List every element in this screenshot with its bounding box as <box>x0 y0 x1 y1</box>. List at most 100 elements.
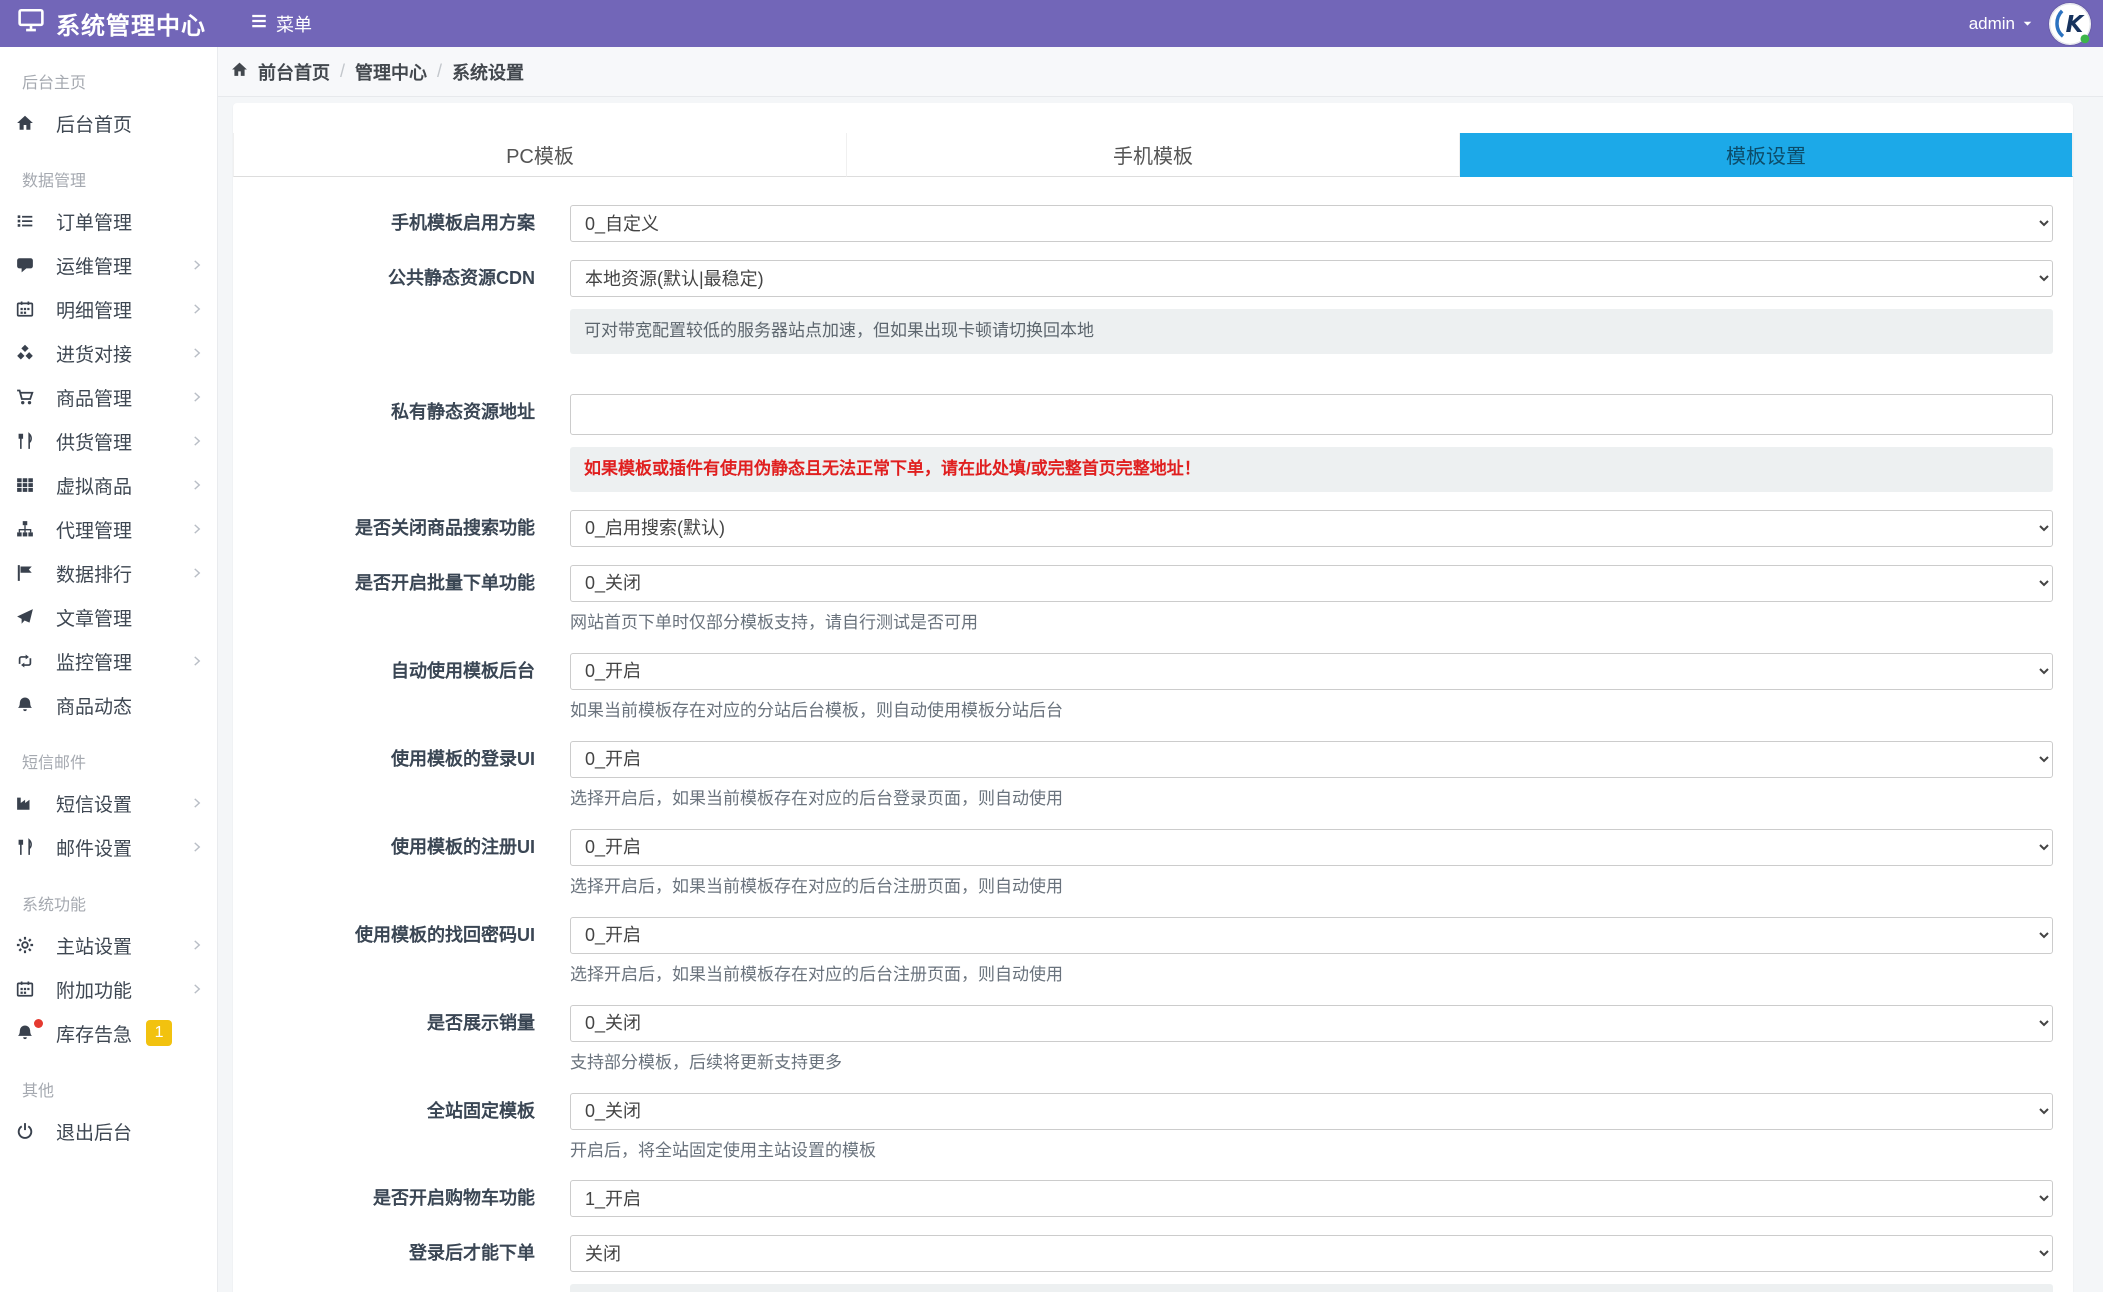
sidebar-item[interactable]: 库存告急 1 <box>0 1011 217 1055</box>
setting-select[interactable]: 0_开启 <box>570 916 2053 954</box>
sidebar-item-label: 数据排行 <box>56 564 133 586</box>
form-row-label: 自动使用模板后台 <box>391 660 535 681</box>
setting-select[interactable]: 0_开启 <box>570 828 2053 866</box>
comment-icon <box>12 255 38 275</box>
form-row-label: 公共静态资源CDN <box>388 268 535 288</box>
chevron-right-icon <box>191 435 203 447</box>
stock-alert-badge: 1 <box>146 1020 173 1046</box>
sidebar-item[interactable]: 文章管理 <box>0 595 217 639</box>
cart-icon <box>12 387 38 407</box>
form-row-control: 0_开启 选择开启后，如果当前模板存在对应的后台登录页面，则自动使用 <box>570 740 2053 811</box>
help-text: 如果当前模板存在对应的分站后台模板，则自动使用模板分站后台 <box>570 700 1063 720</box>
flag-icon <box>12 563 38 583</box>
sidebar-item-label: 商品管理 <box>56 388 133 410</box>
setting-select[interactable]: 0_启用搜索(默认) <box>570 509 2053 547</box>
admin-user-menu[interactable]: admin <box>1969 14 2033 34</box>
sidebar-item[interactable]: 短信设置 <box>0 781 217 825</box>
form-row-control: 0_关闭网站首页下单时仅部分模板支持，请自行测试是否可用 <box>570 564 2053 635</box>
setting-select[interactable]: 0_关闭 <box>570 1004 2053 1042</box>
caret-down-icon <box>2022 14 2033 34</box>
home-icon <box>12 113 38 133</box>
breadcrumb-item-system-settings: 系统设置 <box>452 62 525 83</box>
setting-select[interactable]: 本地资源(默认|最稳定) <box>570 260 2053 297</box>
setting-input[interactable] <box>570 393 2053 435</box>
admin-username: admin <box>1968 13 2015 33</box>
form-row-label: 登录后才能下单 <box>409 1243 535 1264</box>
sidebar-item[interactable]: 商品管理 <box>0 375 217 419</box>
sidebar-item[interactable]: 供货管理 <box>0 419 217 463</box>
help-text: 网站首页下单时仅部分模板支持，请自行测试是否可用 <box>570 612 978 632</box>
chevron-right-icon <box>191 655 203 667</box>
sidebar-item[interactable]: 主站设置 <box>0 923 217 967</box>
help-text: 如果模板或插件有使用伪静态且无法正常下单，请在此处填/或完整首页完整地址！ <box>570 446 2053 492</box>
hamburger-icon <box>250 12 268 35</box>
form-row: 使用模板的登录UI 0_开启 选择开启后，如果当前模板存在对应的后台登录页面，则自动… <box>233 740 2073 811</box>
sidebar-item[interactable]: 运维管理 <box>0 243 217 287</box>
sidebar-item-label: 主站设置 <box>56 936 133 958</box>
form-row-control: 0_开启 选择开启后，如果当前模板存在对应的后台注册页面，则自动使用 <box>570 916 2053 987</box>
sidebar-item[interactable]: 虚拟商品 <box>0 463 217 507</box>
form-row-control: 如果模板或插件有使用伪静态且无法正常下单，请在此处填/或完整首页完整地址！ <box>570 393 2053 492</box>
form-row-control: 0_启用搜索(默认) <box>570 509 2053 547</box>
form-row: 使用模板的找回密码UI 0_开启 选择开启后，如果当前模板存在对应的后台注册页面，则… <box>233 916 2073 987</box>
sidebar-item[interactable]: 商品动态 <box>0 683 217 727</box>
cutlery-icon <box>12 837 38 857</box>
form-row-label: 使用模板的注册UI <box>391 836 535 857</box>
template-tabs: PC模板 手机模板 模板设置 <box>233 133 2073 177</box>
form-row: 公共静态资源CDN 本地资源(默认|最稳定) 可对带宽配置较低的服务器站点加速，但如… <box>233 260 2073 354</box>
form-row-label: 私有静态资源地址 <box>391 401 535 422</box>
form-row-label: 使用模板的找回密码UI <box>355 924 535 945</box>
sidebar-item[interactable]: 监控管理 <box>0 639 217 683</box>
sidebar-section-label: 系统功能 <box>22 897 87 914</box>
sidebar-item[interactable]: 数据排行 <box>0 551 217 595</box>
setting-select[interactable]: 0_关闭 <box>570 564 2053 602</box>
settings-card: PC模板 手机模板 模板设置 手机模板启用方案 0_自定义公共静态资源CDN 本地资… <box>233 103 2073 1292</box>
form-row-control: 关闭开启后游客访问网站会自动跳转登录页面 <box>570 1235 2053 1292</box>
form-row-control: 0_关闭 支持部分模板，后续将更新支持更多 <box>570 1004 2053 1075</box>
chevron-right-icon <box>191 567 203 579</box>
menu-toggle-button[interactable]: 菜单 <box>250 11 312 37</box>
menu-toggle-label: 菜单 <box>276 14 312 35</box>
form-row: 私有静态资源地址如果模板或插件有使用伪静态且无法正常下单，请在此处填/或完整首页… <box>233 393 2073 492</box>
sidebar-item[interactable]: 后台首页 <box>0 101 217 145</box>
form-row: 是否开启购物车功能 1_开启 <box>233 1180 2073 1218</box>
sidebar-item[interactable]: 明细管理 <box>0 287 217 331</box>
setting-select[interactable]: 0_开启 <box>570 740 2053 778</box>
retweet-icon <box>12 651 38 671</box>
tab-pc-template[interactable]: PC模板 <box>233 133 847 177</box>
setting-select[interactable]: 关闭 <box>570 1235 2053 1273</box>
home-icon <box>231 61 248 83</box>
breadcrumb-item-home[interactable]: 前台首页 <box>258 59 330 85</box>
form-row-label: 是否展示销量 <box>427 1012 535 1033</box>
breadcrumb-item-admin-center[interactable]: 管理中心 <box>355 59 427 85</box>
main-content: 前台首页 / 管理中心 / 系统设置 PC模板 手机模板 模板设置 手机模板启用… <box>218 0 2103 1292</box>
sidebar-item-label: 明细管理 <box>56 300 133 322</box>
sidebar-item[interactable]: 订单管理 <box>0 199 217 243</box>
help-text: 开启后游客访问网站会自动跳转登录页面 <box>570 1284 2053 1292</box>
help-text: 选择开启后，如果当前模板存在对应的后台注册页面，则自动使用 <box>570 876 1063 896</box>
form-row: 自动使用模板后台 0_开启如果当前模板存在对应的分站后台模板，则自动使用模板分站后… <box>233 652 2073 723</box>
sidebar-item[interactable]: 退出后台 <box>0 1109 217 1153</box>
sidebar-item[interactable]: 进货对接 <box>0 331 217 375</box>
help-text: 可对带宽配置较低的服务器站点加速，但如果出现卡顿请切换回本地 <box>570 309 2053 354</box>
tab-mobile-template[interactable]: 手机模板 <box>847 133 1460 177</box>
sidebar-item[interactable]: 代理管理 <box>0 507 217 551</box>
chevron-right-icon <box>191 797 203 809</box>
sidebar-item[interactable]: 邮件设置 <box>0 825 217 869</box>
form-row: 是否开启批量下单功能 0_关闭 网站首页下单时仅部分模板支持，请自行测试是否可用 <box>233 564 2073 635</box>
form-row-label: 手机模板启用方案 <box>391 213 535 233</box>
template-settings-form: 手机模板启用方案 0_自定义公共静态资源CDN 本地资源(默认|最稳定) 可对带宽配置… <box>233 177 2073 1292</box>
site-logo[interactable]: K <box>2049 2 2091 45</box>
sidebar-item-label: 进货对接 <box>56 344 133 366</box>
setting-select[interactable]: 1_开启 <box>570 1180 2053 1218</box>
bell-icon <box>12 695 38 715</box>
tab-template-settings[interactable]: 模板设置 <box>1460 133 2073 177</box>
sidebar: 后台主页 后台首页 数据管理 订单管理 运维管理 明细管理 进货对接 商品管理 供货管理 虚拟商品… <box>0 47 218 1292</box>
sidebar-item[interactable]: 附加功能 <box>0 967 217 1011</box>
setting-select[interactable]: 0_关闭 <box>570 1092 2053 1130</box>
setting-select[interactable]: 0_开启 <box>570 652 2053 690</box>
chevron-right-icon <box>191 983 203 995</box>
setting-select[interactable]: 0_自定义 <box>570 205 2053 242</box>
form-row: 登录后才能下单 关闭开启后游客访问网站会自动跳转登录页面 <box>233 1235 2073 1292</box>
form-row: 手机模板启用方案 0_自定义 <box>233 205 2073 242</box>
